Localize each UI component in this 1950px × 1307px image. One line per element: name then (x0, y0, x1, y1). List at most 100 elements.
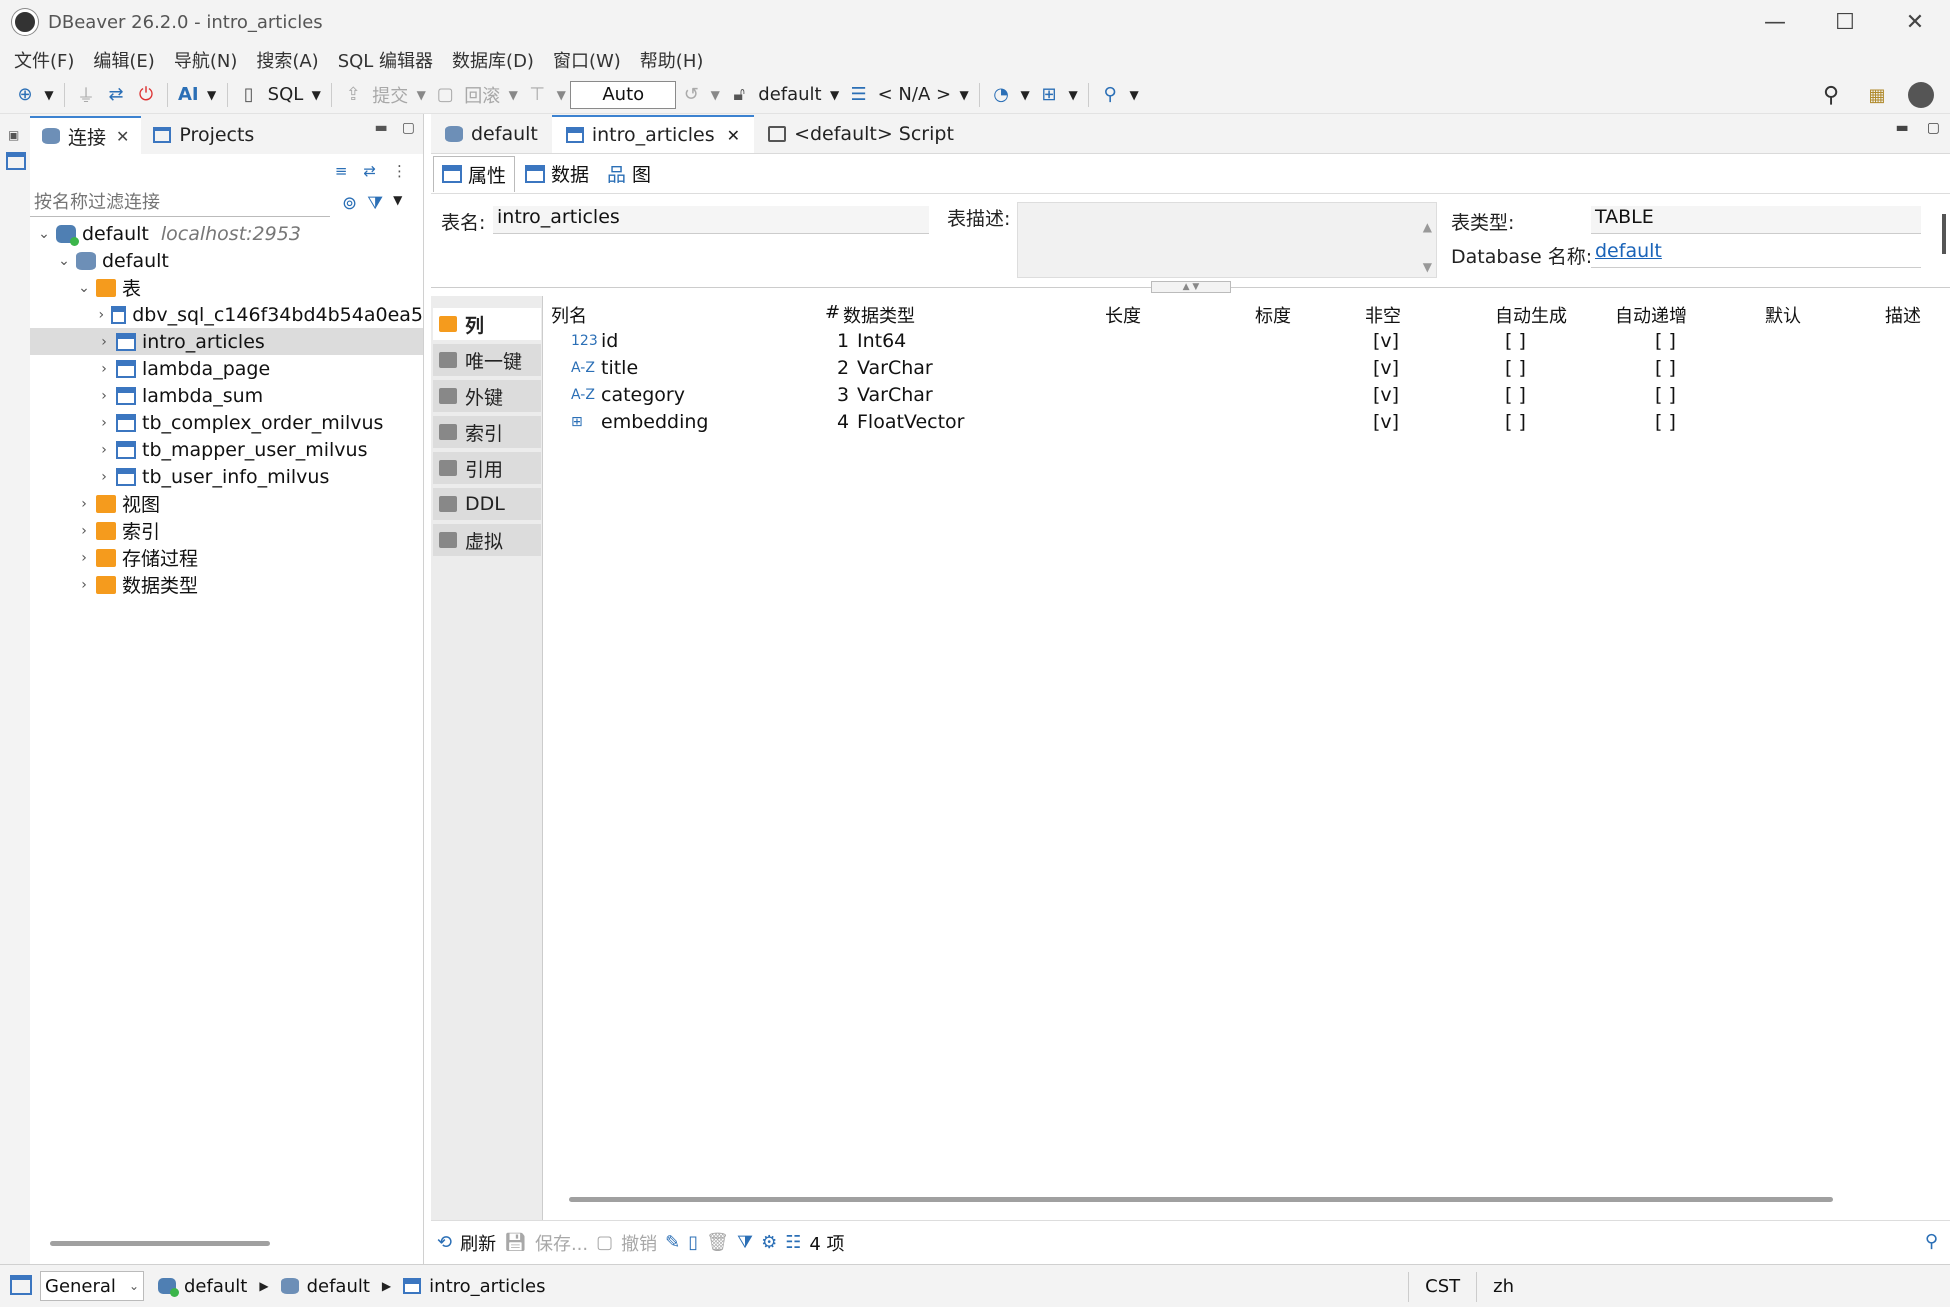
grid-hscrollbar[interactable] (569, 1197, 1833, 1202)
minimize-button[interactable]: — (1740, 0, 1810, 44)
chevron-right-icon[interactable]: › (94, 469, 114, 485)
description-scrollbar[interactable]: ▲ ▼ (1423, 207, 1432, 287)
header-col-scale[interactable]: 标度 (1255, 302, 1291, 328)
sql-editor-button[interactable]: SQL (268, 84, 304, 105)
side-nav-indexes[interactable]: 索引 (433, 416, 541, 448)
properties-scrollbar[interactable] (1942, 214, 1946, 254)
menu-search[interactable]: 搜索(A) (256, 47, 318, 73)
chevron-right-icon[interactable]: › (74, 523, 94, 539)
header-col-name[interactable]: 列名 (551, 302, 587, 328)
delete-icon[interactable]: 🗑︎ (706, 1232, 729, 1253)
database-selector-dropdown-icon[interactable]: ▼ (826, 88, 844, 102)
maximize-button[interactable]: ☐ (1810, 0, 1880, 44)
chevron-right-icon[interactable]: › (74, 577, 94, 593)
filter-connected-icon[interactable]: ⊚ (342, 193, 357, 214)
menu-navigate[interactable]: 导航(N) (174, 47, 238, 73)
global-search-icon[interactable]: ⚲ (1816, 81, 1846, 109)
history-icon[interactable]: ↺ (676, 81, 706, 109)
table-row[interactable]: ⊞ embedding 4 FloatVector [v] [ ] [ ] (545, 409, 1950, 436)
rollback-dropdown-icon[interactable]: ▼ (504, 88, 522, 102)
save-button[interactable]: 保存... (535, 1230, 588, 1256)
minimize-editor-icon[interactable]: ▬ (1896, 120, 1909, 136)
header-col-autoinc[interactable]: 自动递增 (1615, 302, 1687, 328)
transaction-mode-field[interactable]: Auto (570, 80, 677, 109)
chevron-right-icon[interactable]: › (94, 307, 109, 323)
tree-item[interactable]: › 索引 (30, 517, 423, 544)
tree-item[interactable]: › intro_articles (30, 328, 423, 355)
side-nav-ddl[interactable]: DDL (433, 488, 541, 520)
schema-selector-dropdown-icon[interactable]: ▼ (955, 88, 973, 102)
search-dropdown-icon[interactable]: ▼ (1125, 88, 1143, 102)
history-dropdown-icon[interactable]: ▼ (706, 88, 724, 102)
add-column-icon[interactable]: ▯ (688, 1232, 698, 1253)
lock-icon[interactable]: 🔓︎ (724, 81, 754, 109)
minimize-panel-icon[interactable]: ▬ (375, 120, 388, 136)
tab-properties[interactable]: 属性 (433, 155, 516, 192)
menu-help[interactable]: 帮助(H) (640, 47, 704, 73)
database-name-link[interactable]: default (1591, 240, 1921, 268)
link-editor-icon[interactable]: ⇄ (363, 162, 376, 180)
view-menu-icon[interactable]: ⋮ (392, 162, 407, 180)
edit-icon[interactable]: ✎ (665, 1232, 680, 1253)
tree-item[interactable]: ⌄ default (30, 247, 423, 274)
chevron-down-icon[interactable]: ⌄ (34, 226, 54, 242)
commit-dropdown-icon[interactable]: ▼ (412, 88, 430, 102)
close-icon[interactable]: ✕ (727, 126, 740, 145)
new-connection-icon[interactable]: ⊕ (10, 81, 40, 109)
connect-icon[interactable]: ⏚ (71, 81, 101, 109)
table-description-field[interactable]: ▲ ▼ (1017, 202, 1437, 278)
table-name-field[interactable]: intro_articles (493, 206, 929, 234)
dashboard-dropdown-icon[interactable]: ▼ (1016, 88, 1034, 102)
breadcrumb-table[interactable]: intro_articles (429, 1276, 545, 1297)
chevron-right-icon[interactable]: › (94, 361, 114, 377)
tree-item[interactable]: › 视图 (30, 490, 423, 517)
header-col-description[interactable]: 描述 (1885, 302, 1921, 328)
maximize-panel-icon[interactable]: ▢ (402, 120, 415, 136)
tools-dropdown-icon[interactable]: ▼ (1064, 88, 1082, 102)
schema-selector[interactable]: < N/A > (878, 84, 951, 105)
table-row[interactable]: 123 id 1 Int64 [v] [ ] [ ] (545, 328, 1950, 355)
ai-dropdown-icon[interactable]: ▼ (203, 88, 221, 102)
side-nav-foreign-keys[interactable]: 外键 (433, 380, 541, 412)
menu-file[interactable]: 文件(F) (14, 47, 74, 73)
tab-default-script[interactable]: <default> Script (754, 115, 968, 153)
breadcrumb-database[interactable]: default (307, 1276, 370, 1297)
tab-connections[interactable]: 连接 ✕ (30, 116, 142, 154)
columns-config-icon[interactable]: ☷ (785, 1232, 801, 1253)
header-col-type[interactable]: 数据类型 (843, 302, 915, 328)
chevron-down-icon[interactable]: ⌄ (54, 253, 74, 269)
tab-projects[interactable]: Projects (141, 116, 266, 154)
settings-icon[interactable]: ⚙ (761, 1232, 777, 1253)
header-col-number[interactable]: # (825, 302, 840, 323)
filter-settings-icon[interactable]: ⧩ (367, 193, 383, 214)
menu-window[interactable]: 窗口(W) (553, 47, 621, 73)
close-icon[interactable]: ✕ (116, 127, 129, 146)
menu-sql-editor[interactable]: SQL 编辑器 (338, 47, 433, 73)
header-col-length[interactable]: 长度 (1105, 302, 1141, 328)
tree-item[interactable]: ⌄ default localhost:2953 (30, 220, 423, 247)
collapse-all-icon[interactable]: ≡ (335, 162, 348, 180)
menu-edit[interactable]: 编辑(E) (93, 47, 154, 73)
chevron-right-icon[interactable]: › (74, 496, 94, 512)
find-icon[interactable]: ⚲ (1925, 1231, 1938, 1252)
tree-item[interactable]: › 存储过程 (30, 544, 423, 571)
disconnect-icon[interactable]: ⏻ (131, 81, 161, 109)
tab-data[interactable]: 数据 (517, 156, 597, 192)
properties-collapse-handle[interactable]: ▲ ▼ (1151, 281, 1231, 293)
menu-database[interactable]: 数据库(D) (452, 47, 534, 73)
side-nav-columns[interactable]: 列 (433, 308, 541, 340)
navigator-view-icon[interactable] (6, 152, 26, 170)
transaction-dropdown-icon[interactable]: ▼ (552, 88, 570, 102)
dashboard-icon[interactable]: ◔ (986, 81, 1016, 109)
dbeaver-perspective-icon[interactable] (1908, 82, 1934, 108)
maximize-editor-icon[interactable]: ▢ (1927, 120, 1940, 136)
table-row[interactable]: A-Z category 3 VarChar [v] [ ] [ ] (545, 382, 1950, 409)
side-nav-unique-keys[interactable]: 唯一键 (433, 344, 541, 376)
navigator-hscrollbar[interactable] (50, 1241, 270, 1246)
header-col-default[interactable]: 默认 (1765, 302, 1801, 328)
tree-item[interactable]: › dbv_sql_c146f34bd4b54a0ea5 (30, 301, 423, 328)
ai-button[interactable]: AI (178, 84, 199, 105)
tab-diagram[interactable]: 品 图 (599, 156, 659, 192)
commit-button[interactable]: 提交 (372, 82, 408, 108)
transaction-icon[interactable]: ⊤ (522, 81, 552, 109)
